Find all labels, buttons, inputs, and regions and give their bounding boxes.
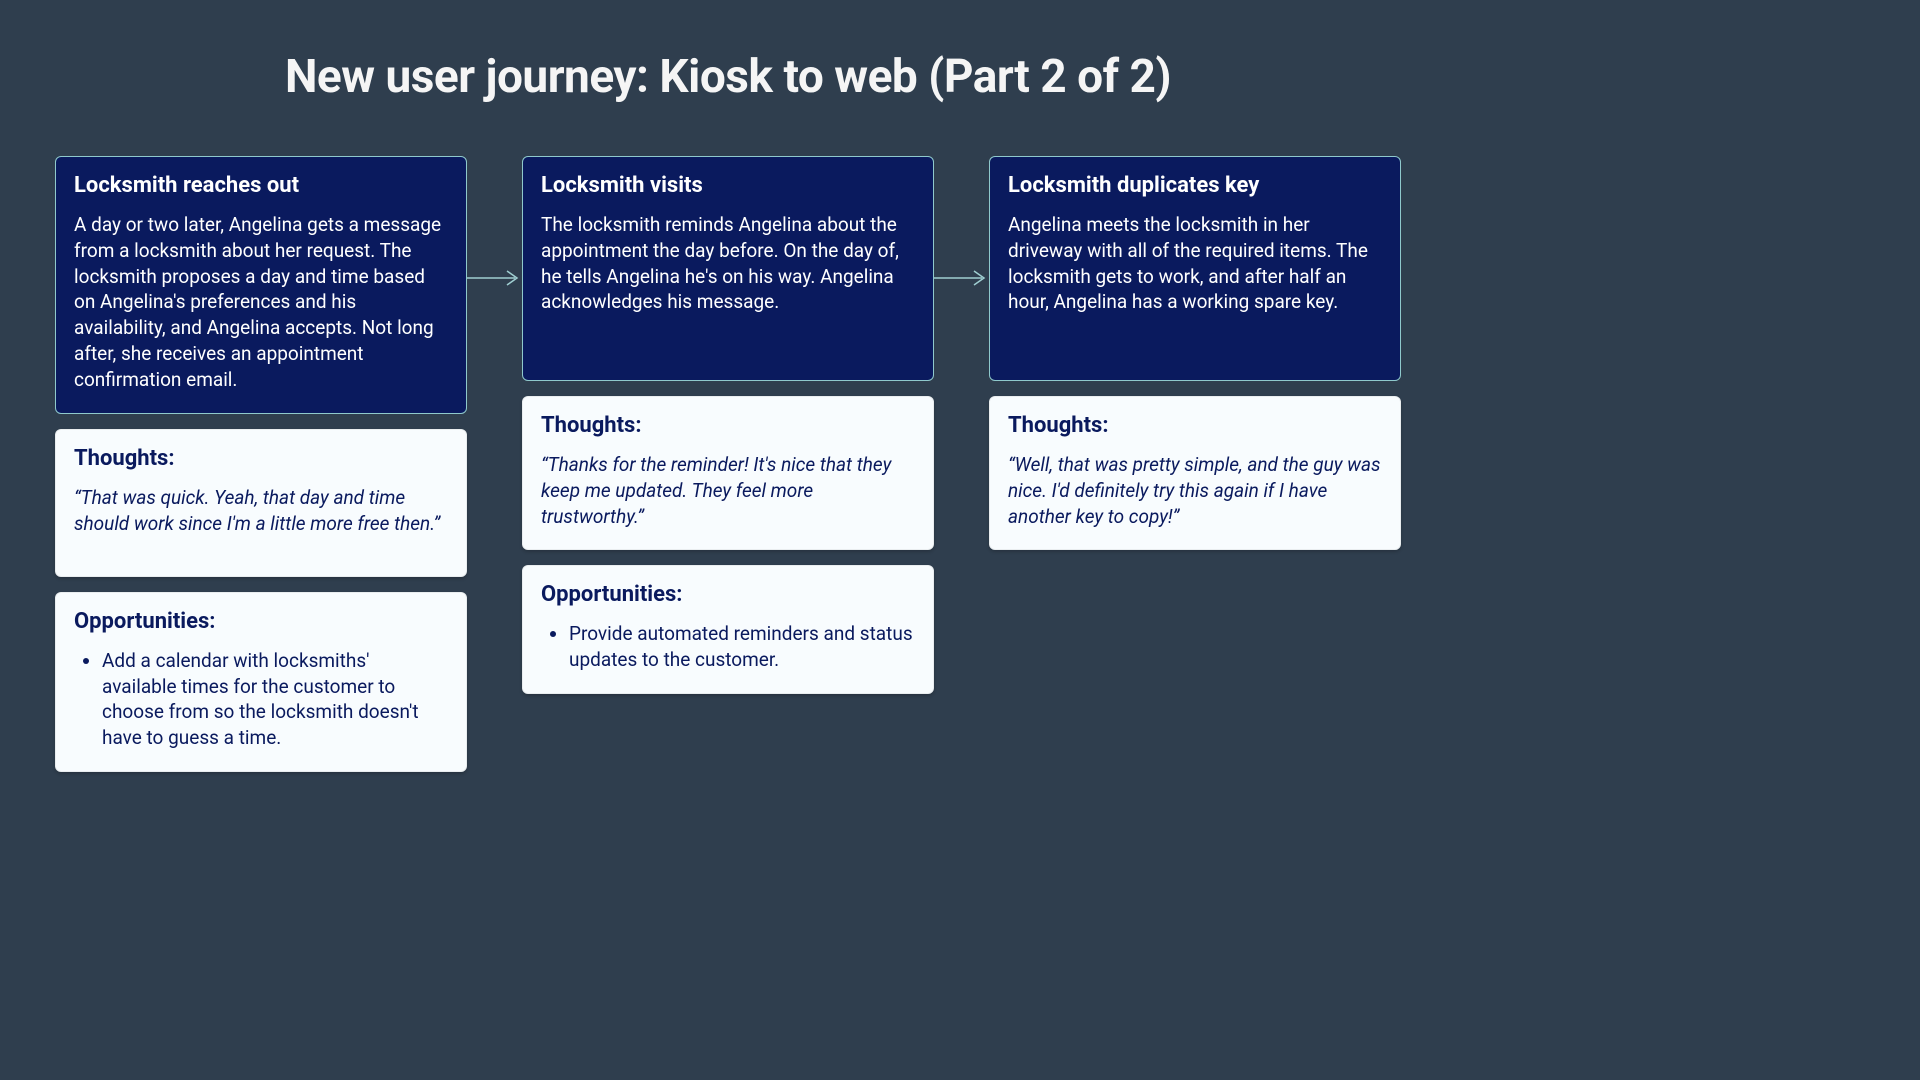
thoughts-quote: “That was quick. Yeah, that day and time… <box>74 485 448 537</box>
thoughts-heading: Thoughts: <box>1008 413 1382 438</box>
arrow-icon <box>467 268 522 288</box>
stage-card-2: Locksmith visits The locksmith reminds A… <box>522 156 934 381</box>
stage-card-1: Locksmith reaches out A day or two later… <box>55 156 467 414</box>
arrow-icon <box>934 268 989 288</box>
opportunities-heading: Opportunities: <box>74 609 448 634</box>
thoughts-heading: Thoughts: <box>541 413 915 438</box>
opportunity-item: Provide automated reminders and status u… <box>569 621 915 673</box>
stage-title: Locksmith duplicates key <box>1008 173 1382 198</box>
stage-body: Angelina meets the locksmith in her driv… <box>1008 212 1382 315</box>
thoughts-quote: “Well, that was pretty simple, and the g… <box>1008 452 1382 529</box>
stage-title: Locksmith visits <box>541 173 915 198</box>
thoughts-card-2: Thoughts: “Thanks for the reminder! It's… <box>522 396 934 550</box>
thoughts-card-1: Thoughts: “That was quick. Yeah, that da… <box>55 429 467 577</box>
journey-column-2: Locksmith visits The locksmith reminds A… <box>522 156 934 694</box>
opportunities-card-1: Opportunities: Add a calendar with locks… <box>55 592 467 772</box>
stage-title: Locksmith reaches out <box>74 173 448 198</box>
slide: New user journey: Kiosk to web (Part 2 o… <box>0 0 1456 816</box>
thoughts-quote: “Thanks for the reminder! It's nice that… <box>541 452 915 529</box>
opportunities-card-2: Opportunities: Provide automated reminde… <box>522 565 934 694</box>
stage-card-3: Locksmith duplicates key Angelina meets … <box>989 156 1401 381</box>
stage-body: A day or two later, Angelina gets a mess… <box>74 212 448 393</box>
journey-column-1: Locksmith reaches out A day or two later… <box>55 156 467 772</box>
page-title: New user journey: Kiosk to web (Part 2 o… <box>55 50 1401 104</box>
journey-columns: Locksmith reaches out A day or two later… <box>55 156 1401 772</box>
opportunity-item: Add a calendar with locksmiths' availabl… <box>102 648 448 751</box>
opportunities-heading: Opportunities: <box>541 582 915 607</box>
stage-body: The locksmith reminds Angelina about the… <box>541 212 915 315</box>
journey-column-3: Locksmith duplicates key Angelina meets … <box>989 156 1401 550</box>
thoughts-heading: Thoughts: <box>74 446 448 471</box>
opportunities-list: Add a calendar with locksmiths' availabl… <box>74 648 448 751</box>
thoughts-card-3: Thoughts: “Well, that was pretty simple,… <box>989 396 1401 550</box>
opportunities-list: Provide automated reminders and status u… <box>541 621 915 673</box>
